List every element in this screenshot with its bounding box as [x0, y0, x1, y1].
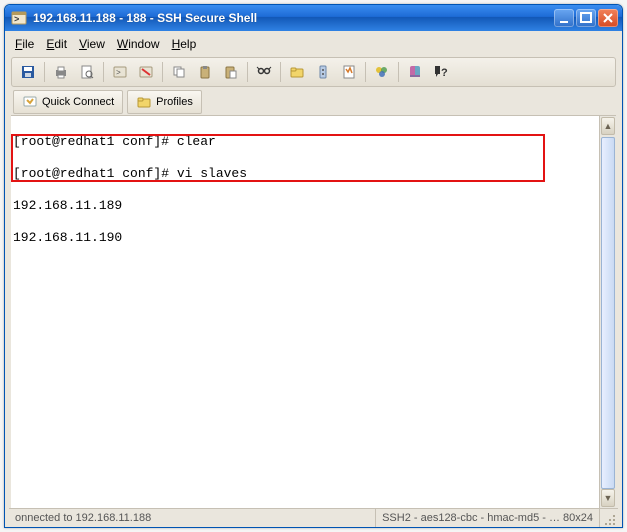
scroll-thumb[interactable]: [601, 137, 615, 489]
whats-this-button[interactable]: ?: [429, 60, 453, 84]
new-terminal-button[interactable]: >: [108, 60, 132, 84]
chevron-up-icon: ▲: [604, 121, 613, 131]
menu-file[interactable]: File: [15, 37, 34, 51]
menu-edit-label: dit: [54, 37, 67, 51]
app-window: > 192.168.11.188 - 188 - SSH Secure Shel…: [4, 4, 623, 528]
terminal-line: [root@redhat1 conf]# vi slaves: [13, 166, 597, 182]
toolbar-separator: [280, 62, 281, 82]
vertical-scrollbar[interactable]: ▲ ▼: [599, 116, 616, 508]
menu-help-label: elp: [180, 37, 196, 51]
status-bar: onnected to 192.168.11.188 SSH2 - aes128…: [9, 508, 618, 527]
paste-selection-button[interactable]: [219, 60, 243, 84]
quick-connect-icon: [22, 94, 38, 110]
colors-button[interactable]: [370, 60, 394, 84]
toolbar-separator: [398, 62, 399, 82]
scroll-up-button[interactable]: ▲: [601, 117, 615, 135]
svg-text:>: >: [14, 15, 19, 25]
status-cipher: SSH2 - aes128-cbc - hmac-md5 - … 80x24: [376, 509, 600, 527]
profiles-label: Profiles: [156, 96, 193, 108]
minimize-button[interactable]: [554, 9, 574, 27]
log-session-button[interactable]: [337, 60, 361, 84]
tool-bar: > ?: [11, 57, 616, 87]
terminal-line: 192.168.11.190: [13, 230, 597, 246]
scroll-track[interactable]: [601, 137, 615, 487]
app-icon: >: [11, 10, 27, 26]
toolbar-separator: [247, 62, 248, 82]
status-connection: onnected to 192.168.11.188: [9, 509, 376, 527]
menu-view-label: iew: [87, 37, 105, 51]
maximize-button[interactable]: [576, 9, 596, 27]
title-bar[interactable]: > 192.168.11.188 - 188 - SSH Secure Shel…: [5, 5, 622, 31]
settings-button[interactable]: [311, 60, 335, 84]
chevron-down-icon: ▼: [604, 493, 613, 503]
menu-edit[interactable]: Edit: [46, 37, 67, 51]
toolbar-separator: [103, 62, 104, 82]
toolbar-separator: [162, 62, 163, 82]
quick-connect-label: Quick Connect: [42, 96, 114, 108]
svg-text:?: ?: [441, 67, 448, 79]
shell-prompt: [root@redhat1 conf]#: [13, 134, 177, 149]
quick-connect-button[interactable]: Quick Connect: [13, 90, 123, 114]
new-file-transfer-button[interactable]: [285, 60, 309, 84]
window-controls: [554, 9, 618, 27]
help-contents-button[interactable]: [403, 60, 427, 84]
shell-prompt: [root@redhat1 conf]#: [13, 166, 177, 181]
profile-bar: Quick Connect Profiles: [11, 89, 616, 115]
copy-button[interactable]: [167, 60, 191, 84]
paste-button[interactable]: [193, 60, 217, 84]
resize-grip-icon[interactable]: [600, 510, 618, 526]
folder-icon: [136, 94, 152, 110]
shell-command: clear: [177, 134, 216, 149]
toolbar-separator: [365, 62, 366, 82]
save-button[interactable]: [16, 60, 40, 84]
window-title: 192.168.11.188 - 188 - SSH Secure Shell: [33, 11, 554, 25]
scroll-down-button[interactable]: ▼: [601, 489, 615, 507]
print-preview-button[interactable]: [75, 60, 99, 84]
print-button[interactable]: [49, 60, 73, 84]
disconnect-button[interactable]: [134, 60, 158, 84]
terminal-line: 192.168.11.189: [13, 198, 597, 214]
menu-window-label: indow: [128, 37, 159, 51]
terminal-output[interactable]: [root@redhat1 conf]# clear [root@redhat1…: [11, 116, 599, 508]
toolbar-separator: [44, 62, 45, 82]
terminal-line: [root@redhat1 conf]# clear: [13, 134, 597, 150]
menu-file-label: ile: [22, 37, 34, 51]
profiles-button[interactable]: Profiles: [127, 90, 202, 114]
find-button[interactable]: [252, 60, 276, 84]
menu-bar: File Edit View Window Help: [9, 31, 618, 55]
shell-command: vi slaves: [177, 166, 247, 181]
menu-window[interactable]: Window: [117, 37, 160, 51]
window-body: File Edit View Window Help >: [9, 31, 618, 509]
svg-text:>: >: [116, 69, 121, 78]
terminal-container: [root@redhat1 conf]# clear [root@redhat1…: [11, 115, 616, 509]
close-button[interactable]: [598, 9, 618, 27]
menu-view[interactable]: View: [79, 37, 105, 51]
menu-help[interactable]: Help: [172, 37, 197, 51]
